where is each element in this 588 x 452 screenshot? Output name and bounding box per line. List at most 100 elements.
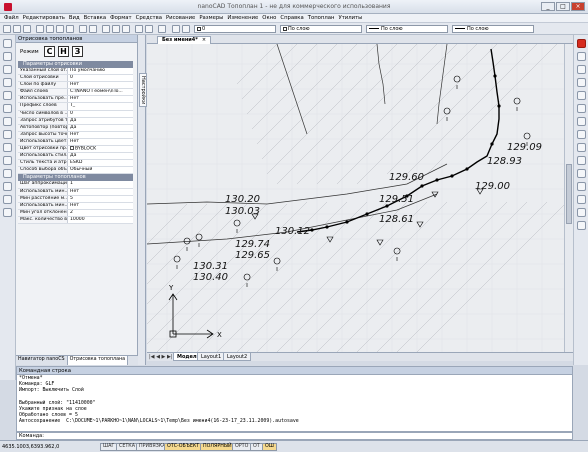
layer-combo[interactable]: 0 xyxy=(194,25,276,33)
polar-toggle[interactable]: ПОЛЯРНЫЙ xyxy=(200,443,235,451)
hatch-tool-icon[interactable] xyxy=(3,143,12,152)
layers-icon[interactable] xyxy=(145,25,153,33)
drawing-canvas[interactable]: 129.09 128.93 129.00 129.60 129.51 128.6… xyxy=(147,44,573,352)
pan-icon[interactable] xyxy=(102,25,110,33)
stretch-icon[interactable] xyxy=(577,143,586,152)
copy-icon[interactable] xyxy=(56,25,64,33)
fillet-icon[interactable] xyxy=(577,208,586,217)
zoom-window-icon[interactable] xyxy=(122,25,130,33)
explode-icon[interactable] xyxy=(577,221,586,230)
zoom-icon[interactable] xyxy=(112,25,120,33)
mode-button-n[interactable]: Н xyxy=(58,46,69,57)
redo-icon[interactable] xyxy=(89,25,97,33)
property-value[interactable]: Да xyxy=(68,125,133,131)
erase-icon[interactable] xyxy=(577,39,586,48)
break-icon[interactable] xyxy=(577,182,586,191)
polyline-tool-icon[interactable] xyxy=(3,52,12,61)
copy-object-icon[interactable] xyxy=(577,52,586,61)
property-value[interactable]: Нет xyxy=(68,203,133,209)
property-row[interactable]: Слой отрисовки 0 xyxy=(18,75,133,83)
property-value[interactable]: Нет xyxy=(68,139,133,145)
point-tool-icon[interactable] xyxy=(3,169,12,178)
property-row[interactable]: Автоповтор (повтор... Да xyxy=(18,124,133,132)
property-row[interactable]: Стиль текста и атр... ESKD xyxy=(18,160,133,168)
section-drawing-params[interactable]: Параметры отрисовки xyxy=(18,61,133,68)
undo-icon[interactable] xyxy=(79,25,87,33)
ortho-toggle[interactable]: ОРТО xyxy=(232,443,252,451)
chamfer-icon[interactable] xyxy=(577,195,586,204)
line-tool-icon[interactable] xyxy=(3,39,12,48)
property-value[interactable]: Обычный xyxy=(68,167,133,173)
property-value[interactable]: Нет xyxy=(68,82,133,88)
menu-tools[interactable]: Средства xyxy=(134,14,164,22)
rotate-icon[interactable] xyxy=(577,117,586,126)
save-icon[interactable] xyxy=(23,25,31,33)
color-combo[interactable]: По слою xyxy=(280,25,362,33)
help-icon[interactable] xyxy=(158,25,166,33)
menu-utilities[interactable]: Утилиты xyxy=(336,14,364,22)
property-row[interactable]: Способ выбора объ... Обычный xyxy=(18,167,133,175)
insert-block-icon[interactable] xyxy=(3,195,12,204)
property-row[interactable]: Запрос атрибутов т... Да xyxy=(18,117,133,125)
open-file-icon[interactable] xyxy=(13,25,21,33)
vertical-scrollbar[interactable] xyxy=(564,44,573,352)
grid-toggle[interactable]: СЕТКА xyxy=(116,443,138,451)
property-row[interactable]: Цвет отрисовки пр... BYBLOCK xyxy=(18,146,133,154)
close-window-button[interactable]: × xyxy=(571,2,585,11)
property-value[interactable]: По умолчанию xyxy=(68,68,133,74)
new-file-icon[interactable] xyxy=(3,25,11,33)
mode-button-c[interactable]: С xyxy=(44,46,55,57)
print-icon[interactable] xyxy=(36,25,44,33)
lineweight-toggle[interactable]: ОШ xyxy=(262,443,277,451)
property-row[interactable]: Число символов в ... 0 xyxy=(18,110,133,118)
command-input[interactable]: Команда: xyxy=(16,432,573,440)
property-value[interactable]: Да xyxy=(68,153,133,159)
table-tool-icon[interactable] xyxy=(3,208,12,217)
menu-format[interactable]: Формат xyxy=(108,14,134,22)
scrollbar-thumb[interactable] xyxy=(566,164,572,224)
property-row[interactable]: Префикс слоев T_ xyxy=(18,103,133,111)
otrack-toggle[interactable]: ОТС-ОБЪЕКТ xyxy=(164,443,203,451)
tab-topoplan-drawing[interactable]: Отрисовка топоплана xyxy=(67,356,129,365)
property-value[interactable]: Да xyxy=(68,118,133,124)
property-row[interactable]: Макс. количество в... 10000 xyxy=(18,216,133,224)
property-row[interactable]: Указанный слой от... По умолчанию xyxy=(18,68,133,76)
layout-nav-arrows[interactable]: |◀ ◀ ▶ ▶| xyxy=(149,354,173,360)
extend-icon[interactable] xyxy=(577,169,586,178)
menu-edit[interactable]: Редактировать xyxy=(21,14,67,22)
linetype-combo[interactable]: По слою xyxy=(366,25,448,33)
property-value[interactable]: Нет xyxy=(68,189,133,195)
property-value[interactable]: Нет xyxy=(68,96,133,102)
property-row[interactable]: Запрос высоты точки Нет xyxy=(18,131,133,139)
property-row[interactable]: Файл слоев C:\NANO Геомен\nTo... xyxy=(18,89,133,97)
mode-button-z[interactable]: З xyxy=(72,46,83,57)
property-row[interactable]: Использовать цвет... Нет xyxy=(18,138,133,147)
menu-help[interactable]: Справка xyxy=(278,14,305,22)
tab-layout1[interactable]: Layout1 xyxy=(197,353,226,361)
close-tab-icon[interactable]: × xyxy=(202,37,206,43)
block-tool-icon[interactable] xyxy=(3,182,12,191)
property-value[interactable]: Нет xyxy=(68,132,133,138)
menu-file[interactable]: Файл xyxy=(2,14,21,22)
document-tab[interactable]: Без имени4* × xyxy=(157,36,212,44)
snap-toggle[interactable]: ШАГ xyxy=(100,443,118,451)
property-row[interactable]: Использовать мин... Нет xyxy=(18,188,133,196)
property-row[interactable]: Использовать стил... Да xyxy=(18,153,133,161)
menu-window[interactable]: Окно xyxy=(260,14,278,22)
property-value[interactable]: 10000 xyxy=(68,217,133,223)
property-row[interactable]: Использовать пре... Нет xyxy=(18,96,133,104)
property-value[interactable]: 0 xyxy=(68,75,133,81)
property-row[interactable]: Мин угол отклонен... 2 xyxy=(18,209,133,217)
ellipse-tool-icon[interactable] xyxy=(3,130,12,139)
trim-icon[interactable] xyxy=(577,156,586,165)
property-value[interactable]: T_ xyxy=(68,103,133,109)
property-value[interactable]: ESKD xyxy=(68,160,133,166)
property-row[interactable]: Мин расстояние м... 5 xyxy=(18,195,133,203)
menu-topoplan[interactable]: Топоплан xyxy=(306,14,337,22)
mirror-icon[interactable] xyxy=(577,65,586,74)
arc-tool-icon[interactable] xyxy=(3,78,12,87)
paste-icon[interactable] xyxy=(66,25,74,33)
menu-insert[interactable]: Вставка xyxy=(82,14,108,22)
settings-side-tab[interactable]: Настройки xyxy=(139,73,147,108)
move-icon[interactable] xyxy=(577,104,586,113)
